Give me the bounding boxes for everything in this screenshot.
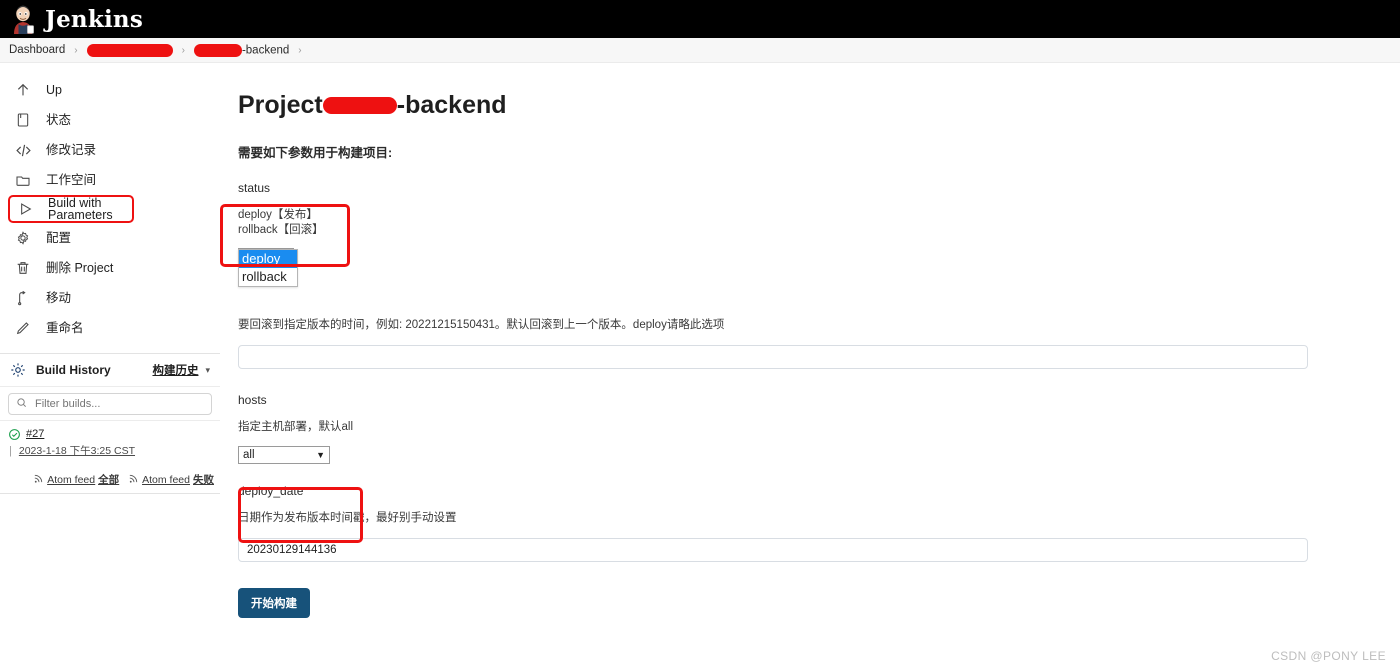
parameters-intro: 需要如下参数用于构建项目: [238,146,393,160]
parameter-description-line: deploy【发布】 [238,209,318,221]
play-triangle-icon [16,200,34,218]
rollback-version-input[interactable] [238,345,1308,369]
sidebar-item-label: 重命名 [46,320,84,335]
dropdown-option-deploy[interactable]: deploy [239,250,297,268]
sidebar-item-move[interactable]: 移动 [0,283,220,313]
page-title: Project -backend [238,91,1400,120]
atom-feed-all-link[interactable]: Atom feed 全部 [33,472,119,487]
move-icon [14,289,32,307]
deploy-date-input[interactable] [238,538,1308,562]
breadcrumb-separator-icon: › [181,44,185,56]
build-date-row: | 2023-1-18 下午3:25 CST [0,442,220,459]
sidebar-item-label: 移动 [46,290,72,305]
atom-feed-label: Atom feed [142,473,190,486]
page-title-redaction [322,97,397,114]
page-title-prefix: Project [238,91,323,119]
folder-icon [14,171,32,189]
main-content: Project -backend 需要如下参数用于构建项目: status dep… [220,63,1400,672]
rss-icon [33,473,47,487]
sidebar-item-label: 工作空间 [46,172,97,187]
sidebar-item-label: 删除 Project [46,260,114,275]
build-history-link[interactable]: 构建历史 [152,362,198,378]
sidebar-item-up[interactable]: Up [0,75,220,105]
atom-feed-label: Atom feed [47,473,96,486]
parameter-deploy-date: deploy_date 日期作为发布版本时间戳，最好别手动设置 [238,484,1400,562]
build-timeline-bar: | [9,444,12,457]
list-item[interactable]: #27 [0,426,220,442]
pencil-icon [14,319,32,337]
parameter-hosts: hosts 指定主机部署，默认all all ▼ [238,393,1400,464]
breadcrumb: Dashboard › › -backend › [0,38,1400,63]
breadcrumb-item-redacted-project[interactable] [86,43,173,57]
sidebar: Up 状态 修改记录 工作空间 Build with Parameters 配置… [0,63,220,672]
sidebar-item-rename[interactable]: 重命名 [0,313,220,343]
sidebar-item-label: 状态 [46,112,72,127]
build-list: #27 | 2023-1-18 下午3:25 CST [0,420,220,465]
submit-row: 开始构建 [238,588,1400,618]
status-dropdown-options[interactable]: deploy rollback [238,249,298,287]
build-number-link[interactable]: #27 [26,428,44,440]
search-icon [16,395,33,413]
start-build-button[interactable]: 开始构建 [238,588,310,618]
build-history-icon [10,362,26,378]
atom-feed-suffix: 全部 [98,474,120,486]
parameter-description-line: rollback【回滚】 [238,224,324,236]
parameter-name: hosts [238,393,267,407]
parameter-name: status [238,181,271,195]
breadcrumb-separator-icon: › [74,44,78,56]
sidebar-item-label: 修改记录 [46,142,97,157]
atom-feed-links: Atom feed 全部 Atom feed 失败 [0,465,220,493]
parameter-rollback-version: 要回滚到指定版本的时间，例如: 20221215150431。默认回滚到上一个版… [238,318,1400,369]
rss-icon [128,473,142,487]
hosts-select-wrap: all ▼ [238,445,330,464]
sidebar-item-label: Up [46,82,62,97]
build-history-title: Build History [36,363,111,377]
redaction-block [193,43,242,57]
dropdown-option-rollback[interactable]: rollback [239,268,297,286]
masthead: Jenkins [0,0,1400,38]
jenkins-butler-icon[interactable] [8,4,38,34]
breadcrumb-item-dashboard[interactable]: Dashboard [9,44,65,56]
page-body: Up 状态 修改记录 工作空间 Build with Parameters 配置… [0,63,1400,672]
check-circle-icon [8,428,21,441]
atom-feed-suffix: 失败 [193,474,214,486]
parameter-description-line: 指定主机部署，默认all [238,421,354,433]
hosts-select[interactable]: all [238,446,330,464]
sidebar-item-build-with-parameters[interactable]: Build with Parameters [8,195,134,223]
chevron-down-icon[interactable]: ▾ [205,365,210,376]
breadcrumb-separator-icon: › [298,44,302,56]
sidebar-item-configure[interactable]: 配置 [0,223,220,253]
parameter-name: deploy_date [238,484,304,498]
page-title-suffix: -backend [396,91,507,119]
parameter-status: status deploy【发布】 rollback【回滚】 deploy ▼ … [238,181,1400,287]
sidebar-item-label: 配置 [46,230,72,245]
build-date-link[interactable]: 2023-1-18 下午3:25 CST [19,443,135,458]
parameter-description-line: 要回滚到指定版本的时间，例如: 20221215150431。默认回滚到上一个版… [238,319,725,331]
build-filter-box[interactable] [8,393,212,415]
parameter-description-line: 日期作为发布版本时间戳，最好别手动设置 [238,512,457,524]
sidebar-item-workspace[interactable]: 工作空间 [0,165,220,195]
sidebar-item-status[interactable]: 状态 [0,105,220,135]
filter-builds-input[interactable] [33,397,204,411]
build-filter-container [0,387,220,420]
gear-icon [14,229,32,247]
document-icon [14,111,32,129]
trash-icon [14,259,32,277]
sidebar-item-label: Build with Parameters [48,195,113,222]
build-history-panel: Build History 构建历史 ▾ #27 [0,353,220,494]
arrow-up-icon [14,81,32,99]
brand-name[interactable]: Jenkins [45,6,143,33]
breadcrumb-item-backend[interactable]: -backend [193,43,289,57]
atom-feed-failed-link[interactable]: Atom feed 失败 [128,472,214,487]
sidebar-item-delete-project[interactable]: 删除 Project [0,253,220,283]
code-brackets-icon [14,141,32,159]
watermark: CSDN @PONY LEE [1271,649,1386,663]
sidebar-item-changes[interactable]: 修改记录 [0,135,220,165]
build-history-header: Build History 构建历史 ▾ [0,354,220,387]
